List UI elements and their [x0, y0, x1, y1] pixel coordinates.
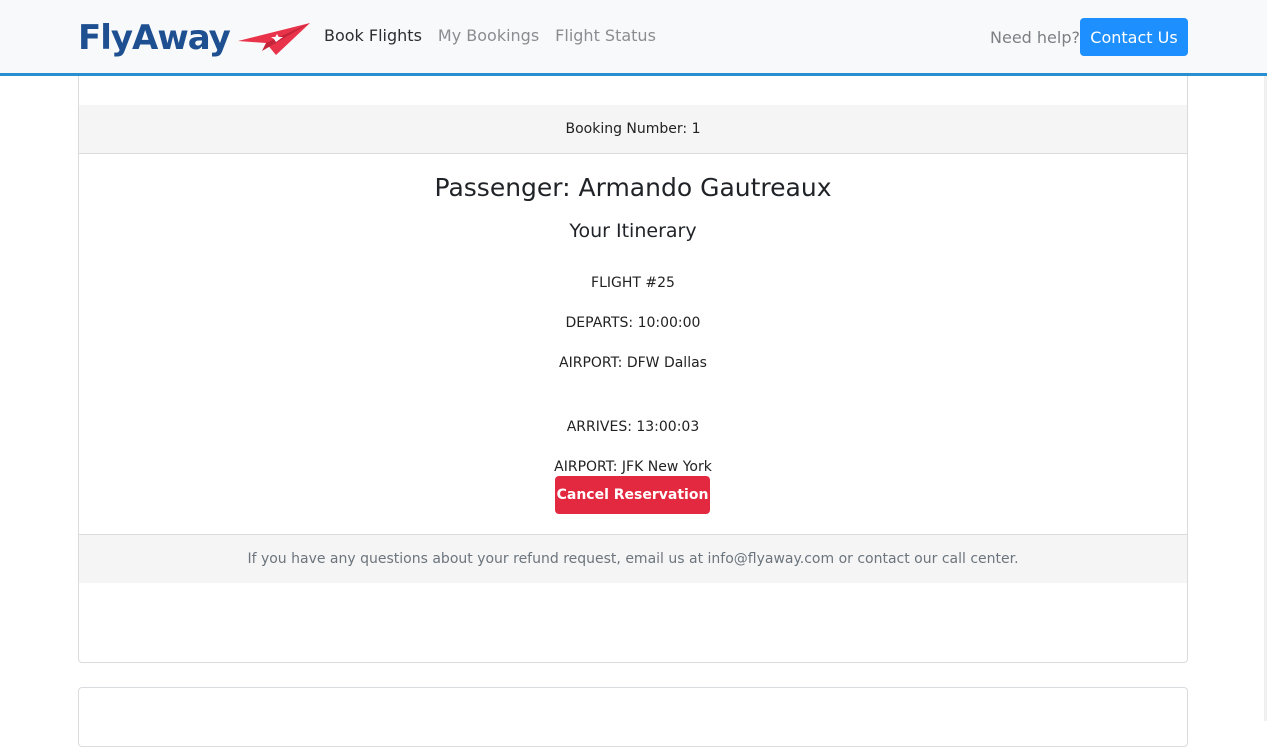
top-navbar: FlyAway Book Flights My Bookings Flight …: [0, 0, 1267, 76]
booking-card: Booking Number: 1 Passenger: Armando Gau…: [78, 20, 1188, 663]
departure-time: DEPARTS: 10:00:00: [565, 315, 701, 331]
booking-number: Booking Number: 1: [565, 121, 701, 137]
booking-number-header: Booking Number: 1: [79, 105, 1187, 154]
next-card: [78, 687, 1188, 747]
nav-my-bookings[interactable]: My Bookings: [438, 26, 539, 45]
cancel-reservation-button[interactable]: Cancel Reservation: [555, 476, 710, 514]
refund-info-text: If you have any questions about your ref…: [247, 551, 1019, 567]
brand-name: FlyAway: [78, 18, 231, 58]
nav-book-flights[interactable]: Book Flights: [324, 26, 422, 45]
itinerary-title: Your Itinerary: [569, 220, 697, 242]
help-text: Need help?: [990, 28, 1080, 47]
paper-plane-icon: [237, 23, 310, 55]
flight-number: FLIGHT #25: [591, 275, 675, 291]
passenger-name: Passenger: Armando Gautreaux: [434, 173, 832, 202]
nav-flight-status[interactable]: Flight Status: [555, 26, 656, 45]
booking-details: Passenger: Armando Gautreaux Your Itiner…: [79, 155, 1187, 534]
brand-logo[interactable]: FlyAway: [78, 14, 312, 62]
main-nav: Book Flights My Bookings Flight Status: [324, 26, 672, 45]
arrival-airport: AIRPORT: JFK New York: [554, 459, 712, 475]
departure-airport: AIRPORT: DFW Dallas: [559, 355, 707, 371]
contact-us-button[interactable]: Contact Us: [1080, 18, 1188, 56]
arrival-time: ARRIVES: 13:00:03: [566, 419, 700, 435]
refund-info-footer: If you have any questions about your ref…: [79, 534, 1187, 583]
